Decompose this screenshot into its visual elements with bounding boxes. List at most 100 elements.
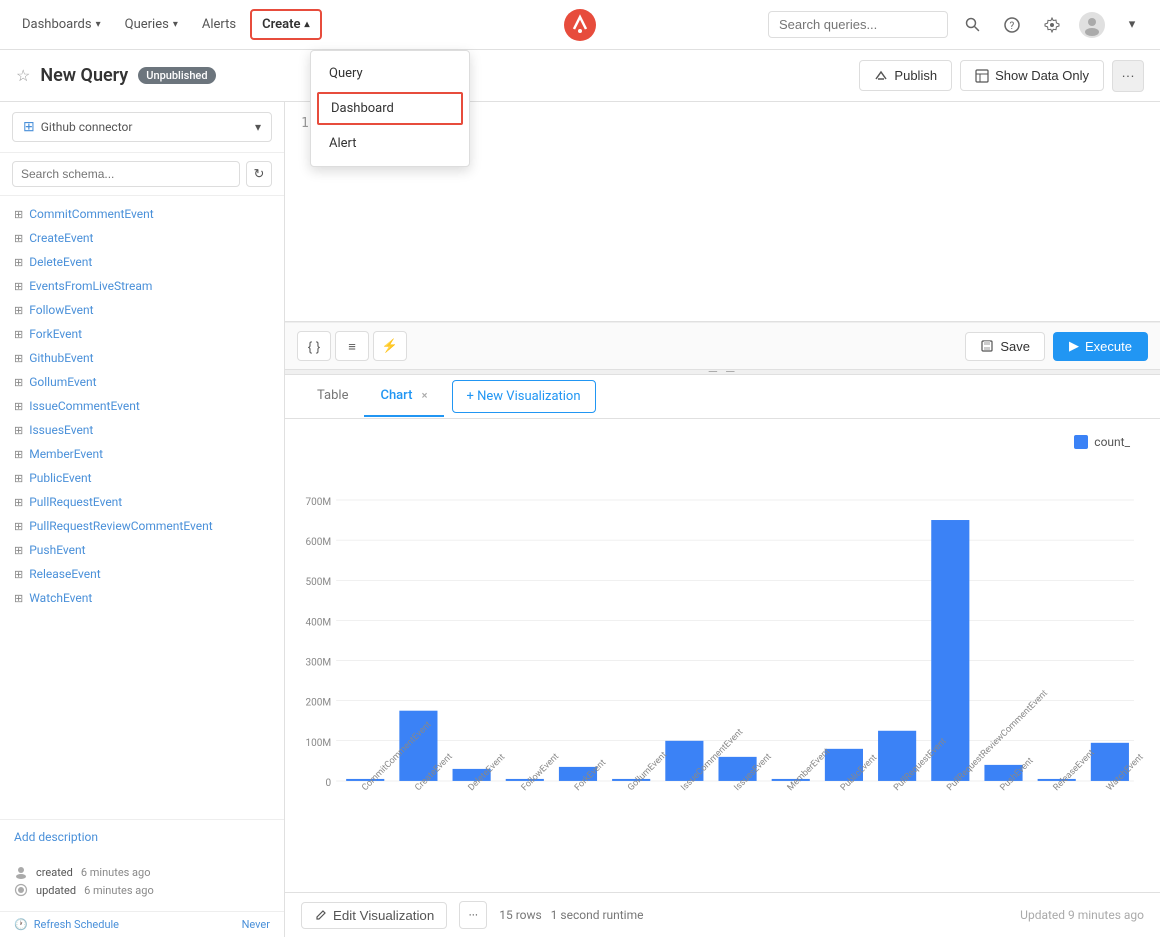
publish-button[interactable]: Publish (859, 60, 952, 91)
refresh-schedule-row[interactable]: 🕐 Refresh Schedule Never (0, 911, 284, 937)
schema-refresh-button[interactable]: ↻ (246, 161, 272, 187)
show-data-button[interactable]: Show Data Only (960, 60, 1104, 91)
chevron-down-icon: ▾ (96, 19, 101, 30)
add-description-link[interactable]: Add description (14, 830, 98, 844)
search-input[interactable] (768, 11, 948, 38)
schema-table-item[interactable]: ⊞ReleaseEvent (0, 562, 284, 586)
svg-text:700M: 700M (305, 497, 331, 508)
lightning-button[interactable]: ⚡ (373, 331, 407, 361)
schema-search-input[interactable] (12, 161, 240, 187)
nav-dashboards[interactable]: Dashboards ▾ (12, 11, 111, 38)
nav-alerts[interactable]: Alerts (192, 11, 246, 38)
chevron-down-icon: ▾ (255, 120, 261, 134)
tab-table[interactable]: Table (301, 376, 364, 417)
publish-icon (874, 69, 888, 83)
sidebar-meta: created 6 minutes ago updated 6 minutes … (0, 855, 284, 911)
more-options-button[interactable]: ··· (1112, 60, 1144, 92)
editor-toolbar: { } ≡ ⚡ Save ▶ Execute (285, 322, 1160, 369)
svg-text:100M: 100M (305, 738, 331, 749)
edit-visualization-button[interactable]: Edit Visualization (301, 902, 447, 929)
tabs-bar: Table Chart × + New Visualization (285, 375, 1160, 419)
tab-new-visualization[interactable]: + New Visualization (452, 380, 596, 413)
format-button[interactable]: { } (297, 331, 331, 361)
nav-queries-label: Queries (125, 17, 169, 32)
sidebar: ⊞ Github connector ▾ ↻ ⊞CommitCommentEve… (0, 102, 285, 937)
schema-table-item[interactable]: ⊞ForkEvent (0, 322, 284, 346)
table-icon: ⊞ (14, 208, 23, 221)
save-button[interactable]: Save (965, 332, 1045, 361)
table-icon: ⊞ (14, 448, 23, 461)
table-icon: ⊞ (14, 592, 23, 605)
schema-table-item[interactable]: ⊞PullRequestReviewCommentEvent (0, 514, 284, 538)
svg-text:500M: 500M (305, 577, 331, 588)
chart-legend: count_ (1074, 435, 1130, 449)
rows-count: 15 rows (499, 908, 541, 922)
clock-icon-small: 🕐 (14, 918, 28, 931)
schema-table-item[interactable]: ⊞GollumEvent (0, 370, 284, 394)
schema-table-item[interactable]: ⊞PushEvent (0, 538, 284, 562)
schema-table-item[interactable]: ⊞FollowEvent (0, 298, 284, 322)
table-icon: ⊞ (14, 304, 23, 317)
editor-tools: { } ≡ ⚡ (297, 331, 407, 361)
table-icon: ⊞ (14, 472, 23, 485)
dropdown-item-alert[interactable]: Alert (311, 127, 469, 160)
schema-table-item[interactable]: ⊞PullRequestEvent (0, 490, 284, 514)
legend-color-swatch (1074, 435, 1088, 449)
schema-table-item[interactable]: ⊞DeleteEvent (0, 250, 284, 274)
user-icon (14, 865, 28, 879)
updated-info: Updated 9 minutes ago (1020, 908, 1144, 922)
tab-chart-close[interactable]: × (422, 389, 428, 402)
star-icon[interactable]: ☆ (16, 66, 30, 85)
play-icon: ▶ (1069, 338, 1079, 354)
schema-list: ⊞CommitCommentEvent⊞CreateEvent⊞DeleteEv… (0, 196, 284, 819)
schema-table-item[interactable]: ⊞IssuesEvent (0, 418, 284, 442)
table-icon: ⊞ (14, 568, 23, 581)
updated-label: updated (36, 884, 76, 897)
chevron-up-icon: ▴ (304, 19, 309, 30)
runtime-label: 1 second runtime (551, 908, 644, 922)
schema-table-item[interactable]: ⊞PublicEvent (0, 466, 284, 490)
connector-dropdown[interactable]: ⊞ Github connector ▾ (12, 112, 272, 142)
schema-table-item[interactable]: ⊞CreateEvent (0, 226, 284, 250)
more-options-bottom-button[interactable]: ··· (459, 901, 487, 929)
runtime-info: 15 rows 1 second runtime (499, 908, 1008, 922)
schema-table-item[interactable]: ⊞IssueCommentEvent (0, 394, 284, 418)
help-icon-btn[interactable]: ? (996, 9, 1028, 41)
avatar[interactable] (1076, 9, 1108, 41)
schema-table-item[interactable]: ⊞CommitCommentEvent (0, 202, 284, 226)
execute-button[interactable]: ▶ Execute (1053, 332, 1148, 361)
search-icon-btn[interactable] (956, 9, 988, 41)
nav-queries[interactable]: Queries ▾ (115, 11, 188, 38)
svg-text:300M: 300M (305, 658, 331, 669)
nav-dashboards-label: Dashboards (22, 17, 92, 32)
table-icon: ⊞ (14, 400, 23, 413)
schema-table-item[interactable]: ⊞GithubEvent (0, 346, 284, 370)
table-icon: ⊞ (14, 280, 23, 293)
schema-button[interactable]: ≡ (335, 331, 369, 361)
schema-table-item[interactable]: ⊞EventsFromLiveStream (0, 274, 284, 298)
schema-table-item[interactable]: ⊞WatchEvent (0, 586, 284, 610)
schema-search-area: ↻ (0, 153, 284, 196)
app-logo (562, 7, 598, 43)
editor-actions: Save ▶ Execute (965, 332, 1148, 361)
results-area: Table Chart × + New Visualization count_… (285, 375, 1160, 937)
settings-icon-btn[interactable] (1036, 9, 1068, 41)
schema-table-item[interactable]: ⊞MemberEvent (0, 442, 284, 466)
chart-container: count_ 700M 600M 500M 400M 300M 200M 100… (285, 419, 1160, 892)
create-button[interactable]: Create ▴ (250, 9, 321, 40)
expand-icon-btn[interactable]: ▾ (1116, 9, 1148, 41)
edit-icon (314, 909, 327, 922)
dropdown-item-dashboard[interactable]: Dashboard (317, 92, 463, 125)
main-layout: ⊞ Github connector ▾ ↻ ⊞CommitCommentEve… (0, 102, 1160, 937)
connector-selector: ⊞ Github connector ▾ (0, 102, 284, 153)
bar-chart: 700M 600M 500M 400M 300M 200M 100M 0 (301, 429, 1144, 882)
sidebar-footer: Add description (0, 819, 284, 855)
tab-chart[interactable]: Chart × (364, 376, 443, 417)
table-icon: ⊞ (14, 544, 23, 557)
editor-area: 1 SELECT { } by Type { } ≡ ⚡ (285, 102, 1160, 937)
top-navigation: Dashboards ▾ Queries ▾ Alerts Create ▴ (0, 0, 1160, 50)
chevron-down-icon: ▾ (1129, 17, 1136, 32)
bottom-bar: Edit Visualization ··· 15 rows 1 second … (285, 892, 1160, 937)
table-icon: ⊞ (14, 424, 23, 437)
dropdown-item-query[interactable]: Query (311, 57, 469, 90)
